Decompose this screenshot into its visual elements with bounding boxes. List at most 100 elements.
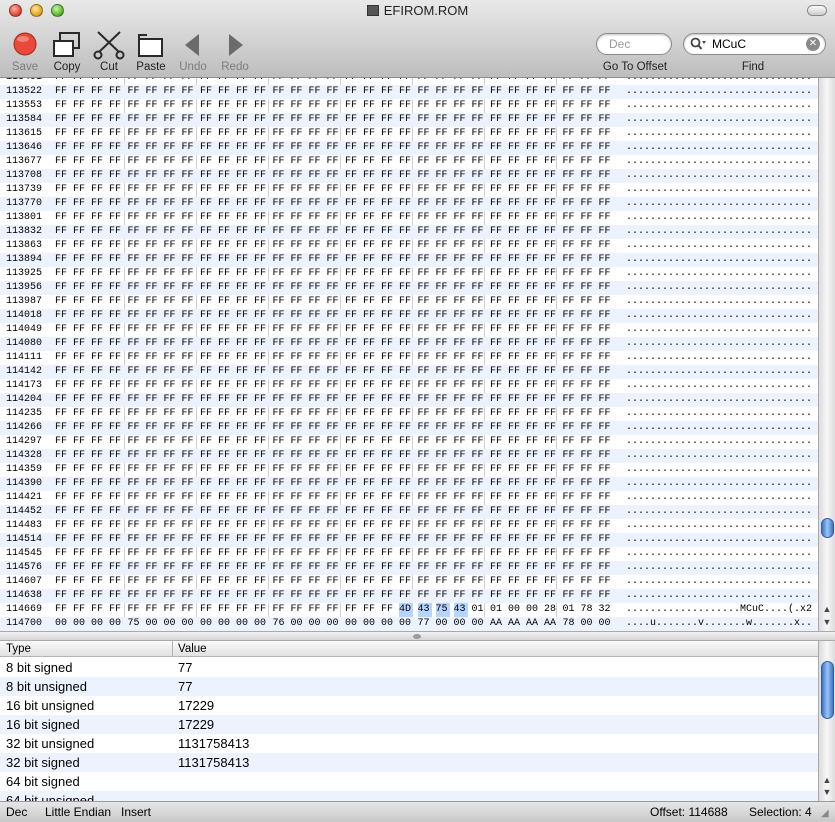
hex-byte[interactable]: FF bbox=[254, 561, 268, 575]
hex-byte[interactable]: FF bbox=[381, 505, 395, 519]
hex-byte[interactable]: FF bbox=[73, 561, 87, 575]
hex-byte[interactable]: FF bbox=[363, 505, 377, 519]
hex-byte[interactable]: FF bbox=[109, 253, 123, 267]
hex-byte[interactable]: FF bbox=[526, 78, 540, 85]
hex-byte[interactable]: FF bbox=[563, 449, 577, 463]
hex-byte[interactable]: FF bbox=[218, 267, 232, 281]
hex-byte[interactable]: FF bbox=[472, 505, 486, 519]
hex-byte[interactable]: FF bbox=[182, 477, 196, 491]
hex-byte[interactable]: FF bbox=[345, 449, 359, 463]
copy-button[interactable]: Copy bbox=[47, 28, 87, 76]
hex-byte[interactable]: FF bbox=[109, 169, 123, 183]
hex-byte[interactable]: FF bbox=[381, 295, 395, 309]
hex-byte[interactable]: FF bbox=[128, 407, 142, 421]
redo-button[interactable]: Redo bbox=[215, 28, 255, 76]
hex-byte[interactable]: FF bbox=[526, 575, 540, 589]
hex-byte[interactable]: FF bbox=[418, 393, 432, 407]
hex-byte[interactable]: FF bbox=[363, 169, 377, 183]
hex-byte[interactable]: FF bbox=[200, 393, 214, 407]
hex-byte[interactable]: FF bbox=[581, 505, 595, 519]
hex-byte[interactable]: FF bbox=[508, 351, 522, 365]
hex-byte[interactable]: FF bbox=[91, 365, 105, 379]
hex-byte[interactable]: FF bbox=[345, 141, 359, 155]
ascii-column[interactable]: ............................... bbox=[626, 533, 816, 547]
hex-byte[interactable]: FF bbox=[182, 113, 196, 127]
hex-byte[interactable]: FF bbox=[563, 477, 577, 491]
hex-byte[interactable]: FF bbox=[55, 253, 69, 267]
hex-byte[interactable]: FF bbox=[544, 211, 558, 225]
hex-byte[interactable]: FF bbox=[309, 78, 323, 85]
hex-byte[interactable]: FF bbox=[526, 547, 540, 561]
ascii-column[interactable]: ............................... bbox=[626, 155, 816, 169]
hex-byte[interactable]: FF bbox=[508, 463, 522, 477]
hex-row[interactable]: 113987 FF FF FF FF FF FF FF FF FF FF FF FF FF FF FF FF FF… bbox=[0, 295, 818, 309]
hex-byte[interactable]: FF bbox=[254, 365, 268, 379]
hex-byte[interactable]: FF bbox=[563, 169, 577, 183]
hex-byte[interactable]: 00 bbox=[91, 617, 105, 631]
hex-byte[interactable]: FF bbox=[563, 267, 577, 281]
hex-byte[interactable]: FF bbox=[309, 309, 323, 323]
hex-byte[interactable]: FF bbox=[273, 127, 287, 141]
hex-row[interactable]: 114049 FF FF FF FF FF FF FF FF FF FF FF FF FF FF FF FF FF… bbox=[0, 323, 818, 337]
hex-byte[interactable]: FF bbox=[345, 197, 359, 211]
hex-byte[interactable]: FF bbox=[182, 575, 196, 589]
hex-byte[interactable]: FF bbox=[381, 421, 395, 435]
hex-byte[interactable]: FF bbox=[273, 463, 287, 477]
hex-byte[interactable]: FF bbox=[182, 533, 196, 547]
hex-byte[interactable]: FF bbox=[345, 253, 359, 267]
hex-byte[interactable]: FF bbox=[472, 85, 486, 99]
hex-byte[interactable]: FF bbox=[109, 519, 123, 533]
hex-byte[interactable]: FF bbox=[490, 225, 504, 239]
hex-byte[interactable]: FF bbox=[254, 253, 268, 267]
hex-byte[interactable]: FF bbox=[218, 281, 232, 295]
hex-byte[interactable]: FF bbox=[563, 225, 577, 239]
hex-byte[interactable]: FF bbox=[381, 309, 395, 323]
hex-byte[interactable]: FF bbox=[363, 589, 377, 603]
hex-byte[interactable]: FF bbox=[182, 309, 196, 323]
hex-byte[interactable]: FF bbox=[472, 197, 486, 211]
ascii-column[interactable]: ............................... bbox=[626, 365, 816, 379]
hex-byte[interactable]: FF bbox=[254, 519, 268, 533]
hex-byte[interactable]: FF bbox=[563, 253, 577, 267]
hex-byte[interactable]: FF bbox=[73, 421, 87, 435]
hex-byte[interactable]: FF bbox=[345, 323, 359, 337]
hex-byte[interactable]: FF bbox=[381, 547, 395, 561]
hex-byte[interactable]: FF bbox=[563, 239, 577, 253]
hex-byte[interactable]: FF bbox=[109, 351, 123, 365]
hex-byte[interactable]: FF bbox=[164, 575, 178, 589]
hex-byte[interactable]: FF bbox=[218, 253, 232, 267]
hex-byte[interactable]: FF bbox=[599, 99, 613, 113]
hex-byte[interactable]: FF bbox=[454, 309, 468, 323]
hex-byte[interactable]: FF bbox=[399, 337, 413, 351]
hex-byte[interactable]: FF bbox=[472, 113, 486, 127]
hex-byte[interactable]: FF bbox=[454, 155, 468, 169]
hex-byte[interactable]: FF bbox=[526, 365, 540, 379]
hex-byte[interactable]: FF bbox=[291, 505, 305, 519]
hex-byte[interactable]: FF bbox=[599, 561, 613, 575]
hex-byte[interactable]: FF bbox=[273, 155, 287, 169]
hex-byte[interactable]: FF bbox=[327, 533, 341, 547]
hex-byte[interactable]: FF bbox=[327, 449, 341, 463]
hex-byte[interactable]: FF bbox=[345, 365, 359, 379]
save-button[interactable]: Save bbox=[5, 28, 45, 76]
hex-byte[interactable]: FF bbox=[164, 477, 178, 491]
hex-row[interactable]: 114297 FF FF FF FF FF FF FF FF FF FF FF FF FF FF FF FF FF… bbox=[0, 435, 818, 449]
hex-row[interactable]: 114700 00 00 00 00 75 00 00 00 00 00 00 00 76 00 00 00 00… bbox=[0, 617, 818, 631]
hex-byte[interactable]: FF bbox=[345, 603, 359, 617]
hex-byte[interactable]: FF bbox=[363, 155, 377, 169]
hex-byte[interactable]: FF bbox=[581, 197, 595, 211]
hex-byte[interactable]: FF bbox=[164, 253, 178, 267]
hex-byte[interactable]: FF bbox=[490, 295, 504, 309]
hex-byte[interactable]: FF bbox=[544, 547, 558, 561]
hex-byte[interactable]: FF bbox=[381, 225, 395, 239]
hex-byte[interactable]: FF bbox=[254, 589, 268, 603]
hex-byte[interactable]: FF bbox=[581, 533, 595, 547]
hex-byte[interactable]: FF bbox=[236, 337, 250, 351]
hex-byte[interactable]: FF bbox=[109, 561, 123, 575]
hex-byte[interactable]: FF bbox=[146, 589, 160, 603]
hex-byte[interactable]: FF bbox=[146, 533, 160, 547]
hex-byte[interactable]: FF bbox=[508, 421, 522, 435]
hex-byte[interactable]: FF bbox=[544, 561, 558, 575]
hex-byte[interactable]: FF bbox=[399, 477, 413, 491]
hex-byte[interactable]: FF bbox=[381, 603, 395, 617]
